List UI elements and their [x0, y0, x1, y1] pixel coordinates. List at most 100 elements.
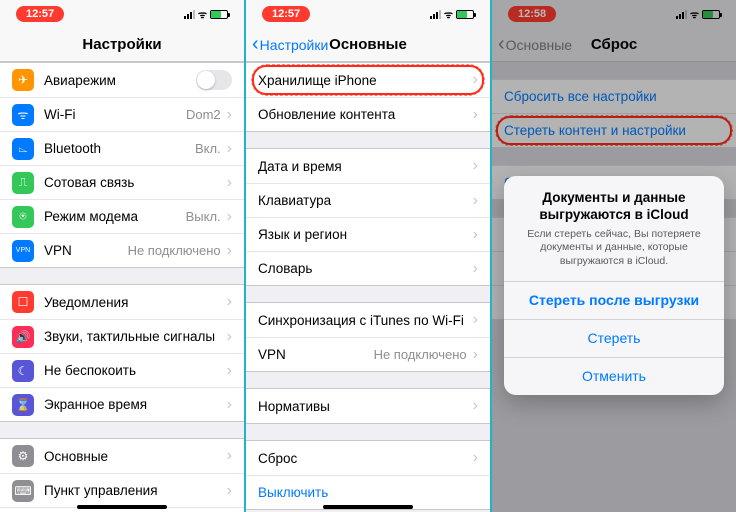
chevron-right-icon: › — [227, 174, 232, 192]
экранное-время-row[interactable]: ⌛Экранное время› — [0, 387, 244, 421]
section-regulatory: Нормативы › — [246, 388, 490, 424]
alert-erase-after-button[interactable]: Стереть после выгрузки — [504, 281, 724, 319]
обновление-контента-row[interactable]: Обновление контента › — [246, 97, 490, 131]
row-label: Wi-Fi — [44, 107, 186, 122]
chevron-right-icon: › — [473, 449, 478, 467]
row-label: Дата и время — [258, 159, 469, 174]
не-беспокоить-row[interactable]: ☾ Не беспокоить › — [0, 353, 244, 387]
chevron-right-icon: › — [473, 226, 478, 244]
row-label: Уведомления — [44, 295, 223, 310]
row-label: Язык и регион — [258, 227, 469, 242]
row-label: Хранилище iPhone — [258, 73, 469, 88]
time-pill: 12:57 — [262, 6, 310, 22]
status-bar: 12:57 ᯤ — [0, 0, 244, 28]
wi-fi-row[interactable]: ᯤWi-FiDom2› — [0, 97, 244, 131]
cell-signal-icon — [184, 10, 195, 19]
дата-и-время-row[interactable]: Дата и время› — [246, 149, 490, 183]
home-indicator — [77, 505, 167, 509]
режим-модема-row[interactable]: ⍟Режим модемаВыкл.› — [0, 199, 244, 233]
синхронизация-с-itunes-по-wi-fi-row[interactable]: Синхронизация с iTunes по Wi-Fi› — [246, 303, 490, 337]
row-value: Не подключено — [128, 243, 221, 258]
alert-cancel-button[interactable]: Отменить — [504, 357, 724, 395]
home-indicator — [323, 505, 413, 509]
notifications-icon: ☐ — [12, 291, 34, 313]
клавиатура-row[interactable]: Клавиатура › — [246, 183, 490, 217]
toggle-switch[interactable] — [196, 70, 232, 90]
battery-icon — [456, 10, 474, 19]
chevron-right-icon: › — [473, 397, 478, 415]
chevron-right-icon: › — [473, 192, 478, 210]
row-label: Обновление контента — [258, 107, 469, 122]
row-label: Синхронизация с iTunes по Wi-Fi — [258, 313, 469, 328]
bluetooth-icon: ⌳ — [12, 138, 34, 160]
chevron-right-icon: › — [227, 242, 232, 260]
section-sync: Синхронизация с iTunes по Wi-Fi›VPNНе по… — [246, 302, 490, 372]
chevron-right-icon: › — [227, 140, 232, 158]
row-value: Вкл. — [195, 141, 221, 156]
row-value: Не подключено — [374, 347, 467, 362]
alert-erase-button[interactable]: Стереть — [504, 319, 724, 357]
row-label: Звуки, тактильные сигналы — [44, 329, 223, 344]
пункт-управления-row[interactable]: ⌨Пункт управления› — [0, 473, 244, 507]
выключить-row[interactable]: Выключить — [246, 475, 490, 509]
nav-bar: Настройки — [0, 28, 244, 62]
row-label: Сброс — [258, 451, 469, 466]
основные-row[interactable]: ⚙︎ Основные › — [0, 439, 244, 473]
row-label: Авиарежим — [44, 73, 196, 88]
vpn-icon: VPN — [12, 240, 34, 262]
alert-title: Документы и данные выгружаются в iCloud — [520, 190, 708, 224]
chevron-right-icon: › — [227, 447, 232, 465]
row-label: Bluetooth — [44, 141, 195, 156]
dnd-icon: ☾ — [12, 360, 34, 382]
vpn-row[interactable]: VPNНе подключено› — [246, 337, 490, 371]
chevron-right-icon: › — [227, 293, 232, 311]
section-reset: Сброс › Выключить — [246, 440, 490, 510]
back-button[interactable]: ‹Настройки — [252, 33, 328, 56]
phone-general: 12:57 ᯤ ‹Настройки Основные Хранилище iP… — [246, 0, 490, 512]
wifi-status-icon: ᯤ — [444, 7, 453, 21]
row-label: Словарь — [258, 261, 469, 276]
battery-icon — [210, 10, 228, 19]
status-bar: 12:57 ᯤ — [246, 0, 490, 28]
alert-dialog: Документы и данные выгружаются в iCloud … — [504, 176, 724, 395]
chevron-right-icon: › — [227, 106, 232, 124]
row-label: Не беспокоить — [44, 363, 223, 378]
хранилище-iphone-row[interactable]: Хранилище iPhone› — [246, 63, 490, 97]
row-label: Основные — [44, 449, 223, 464]
chevron-right-icon: › — [227, 328, 232, 346]
alert-message: Если стереть сейчас, Вы потеряете докуме… — [520, 228, 708, 269]
row-label: Выключить — [258, 485, 478, 500]
bluetooth-row[interactable]: ⌳ BluetoothВкл. › — [0, 131, 244, 165]
звуки-тактильные-сигналы-row[interactable]: 🔊 Звуки, тактильные сигналы › — [0, 319, 244, 353]
row-label: Клавиатура — [258, 193, 469, 208]
cellular-icon: ⎍ — [12, 172, 34, 194]
row-label: Нормативы — [258, 399, 469, 414]
сотовая-связь-row[interactable]: ⎍Сотовая связь› — [0, 165, 244, 199]
сброс-row[interactable]: Сброс › — [246, 441, 490, 475]
alert-body: Документы и данные выгружаются в iCloud … — [504, 176, 724, 281]
row-label: Экранное время — [44, 397, 223, 412]
chevron-right-icon: › — [227, 362, 232, 380]
vpn-row[interactable]: VPNVPNНе подключено› — [0, 233, 244, 267]
nav-bar: ‹Настройки Основные — [246, 28, 490, 62]
нормативы-row[interactable]: Нормативы › — [246, 389, 490, 423]
chevron-right-icon: › — [227, 208, 232, 226]
sounds-icon: 🔊 — [12, 326, 34, 348]
уведомления-row[interactable]: ☐ Уведомления › — [0, 285, 244, 319]
словарь-row[interactable]: Словарь › — [246, 251, 490, 285]
section-notifications: ☐ Уведомления › 🔊 Звуки, тактильные сигналы ›… — [0, 284, 244, 422]
time-pill: 12:57 — [16, 6, 64, 22]
язык-и-регион-row[interactable]: Язык и регион › — [246, 217, 490, 251]
section-network: ✈︎АвиарежимᯤWi-FiDom2›⌳BluetoothВкл.›⎍Со… — [0, 62, 244, 268]
page-title: Основные — [329, 36, 407, 53]
status-right: ᯤ — [430, 7, 474, 21]
section-input: Дата и время›Клавиатура›Язык и регион›Сл… — [246, 148, 490, 286]
row-value: Dom2 — [186, 107, 221, 122]
general-icon: ⚙︎ — [12, 445, 34, 467]
section-general: ⚙︎Основные›⌨Пункт управления›AAЭкран и я… — [0, 438, 244, 512]
chevron-right-icon: › — [473, 106, 478, 124]
chevron-right-icon: › — [473, 260, 478, 278]
chevron-left-icon: ‹ — [252, 33, 259, 56]
cell-signal-icon — [430, 10, 441, 19]
авиарежим-row[interactable]: ✈︎Авиарежим — [0, 63, 244, 97]
